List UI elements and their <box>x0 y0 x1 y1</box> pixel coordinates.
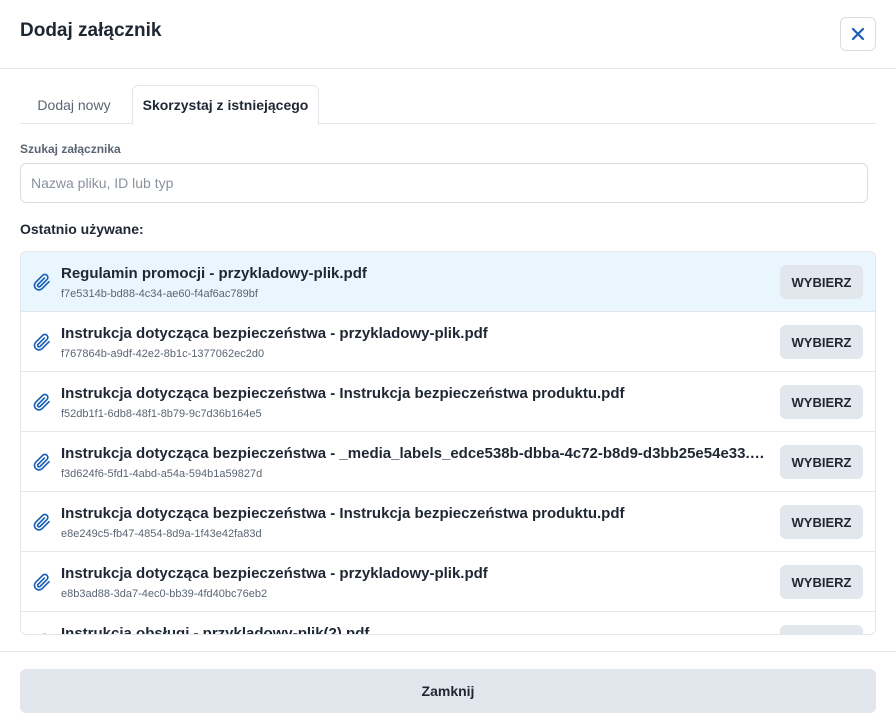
attachment-name: Instrukcja dotycząca bezpieczeństwa - pr… <box>61 565 488 582</box>
select-button[interactable]: WYBIERZ <box>780 625 863 634</box>
attachment-id: e8b3ad88-3da7-4ec0-bb39-4fd40bc76eb2 <box>61 588 268 600</box>
close-button[interactable] <box>840 17 876 51</box>
attachment-id: f7e5314b-bd88-4c34-ae60-f4af6ac789bf <box>61 288 258 300</box>
attachment-id: f52db1f1-6db8-48f1-8b79-9c7d36b164e5 <box>61 408 262 420</box>
tab-add-new[interactable]: Dodaj nowy <box>20 85 128 124</box>
close-dialog-button[interactable]: Zamknij <box>20 669 876 713</box>
attachment-id: f767864b-a9df-42e2-8b1c-1377062ec2d0 <box>61 348 265 360</box>
attachment-name: Regulamin promocji - przykladowy-plik.pd… <box>61 265 367 282</box>
search-input[interactable] <box>20 163 868 203</box>
list-item[interactable]: Instrukcja dotycząca bezpieczeństwa - In… <box>21 372 875 432</box>
paperclip-icon <box>33 393 50 411</box>
select-button[interactable]: WYBIERZ <box>780 445 863 479</box>
list-item[interactable]: Instrukcja dotycząca bezpieczeństwa - pr… <box>21 552 875 612</box>
paperclip-icon <box>33 453 50 471</box>
attachment-name: Instrukcja dotycząca bezpieczeństwa - In… <box>61 505 625 522</box>
list-item[interactable]: Instrukcja dotycząca bezpieczeństwa - pr… <box>21 312 875 372</box>
list-item[interactable]: Instrukcja dotycząca bezpieczeństwa - In… <box>21 492 875 552</box>
attachment-list[interactable]: Regulamin promocji - przykladowy-plik.pd… <box>20 251 876 635</box>
paperclip-icon <box>33 333 50 351</box>
select-button[interactable]: WYBIERZ <box>780 565 863 599</box>
dialog-title: Dodaj załącznik <box>20 20 162 41</box>
attachment-name: Instrukcja obsługi - przykladowy-plik(2)… <box>61 625 370 635</box>
paperclip-icon <box>33 273 50 291</box>
list-item[interactable]: Instrukcja dotycząca bezpieczeństwa - _m… <box>21 432 875 492</box>
tab-use-existing[interactable]: Skorzystaj z istniejącego <box>132 85 319 125</box>
tab-bar: Dodaj nowy Skorzystaj z istniejącego <box>20 85 876 125</box>
attachment-name: Instrukcja dotycząca bezpieczeństwa - pr… <box>61 325 488 342</box>
paperclip-icon <box>43 633 47 634</box>
attachment-id: e8e249c5-fb47-4854-8d9a-1f43e42fa83d <box>61 528 262 540</box>
recent-label: Ostatnio używane: <box>20 221 144 237</box>
search-label: Szukaj załącznika <box>20 142 121 156</box>
dialog-footer: Zamknij <box>0 651 896 728</box>
paperclip-icon <box>33 573 50 591</box>
select-button[interactable]: WYBIERZ <box>780 325 863 359</box>
select-button[interactable]: WYBIERZ <box>780 385 863 419</box>
attachment-name: Instrukcja dotycząca bezpieczeństwa - In… <box>61 385 625 402</box>
paperclip-icon <box>33 513 50 531</box>
attachment-id: f3d624f6-5fd1-4abd-a54a-594b1a59827d <box>61 468 263 480</box>
list-item[interactable]: Regulamin promocji - przykladowy-plik.pd… <box>21 252 875 312</box>
list-item[interactable]: Instrukcja obsługi - przykladowy-plik(2)… <box>21 612 875 635</box>
attachment-name: Instrukcja dotycząca bezpieczeństwa - _m… <box>61 445 765 462</box>
close-icon <box>851 27 865 41</box>
dialog-header: Dodaj załącznik <box>0 0 896 69</box>
select-button[interactable]: WYBIERZ <box>780 265 863 299</box>
select-button[interactable]: WYBIERZ <box>780 505 863 539</box>
